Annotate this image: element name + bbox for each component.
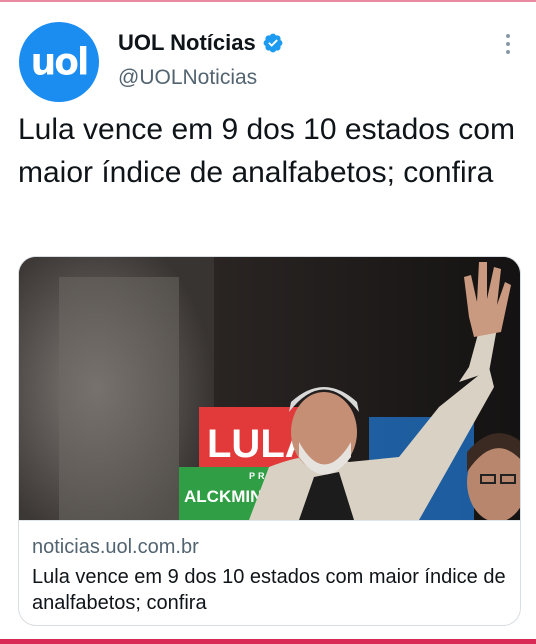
- tweet-text: Lula vence em 9 dos 10 estados com maior…: [18, 113, 515, 189]
- card-footer[interactable]: noticias.uol.com.br Lula vence em 9 dos …: [19, 520, 520, 625]
- avatar[interactable]: uol: [19, 22, 99, 102]
- card-image[interactable]: LULA PRESIDENTE ALCKMIN: [19, 257, 520, 520]
- name-row: UOL Notícias: [118, 30, 284, 56]
- link-card[interactable]: LULA PRESIDENTE ALCKMIN: [18, 256, 521, 626]
- bottom-divider: [0, 639, 536, 644]
- svg-text:ALCKMIN: ALCKMIN: [184, 487, 262, 506]
- verified-badge-icon: [262, 32, 284, 54]
- tweet-container: uol UOL Notícias @UOLNoticias Lula vence…: [0, 0, 536, 644]
- card-title: Lula vence em 9 dos 10 estados com maior…: [32, 566, 506, 614]
- more-options-icon[interactable]: [500, 30, 516, 58]
- card-domain: noticias.uol.com.br: [32, 536, 199, 558]
- avatar-logo: uol: [30, 40, 90, 84]
- display-name[interactable]: UOL Notícias: [118, 30, 256, 56]
- account-handle[interactable]: @UOLNoticias: [118, 66, 257, 90]
- top-divider: [0, 0, 536, 2]
